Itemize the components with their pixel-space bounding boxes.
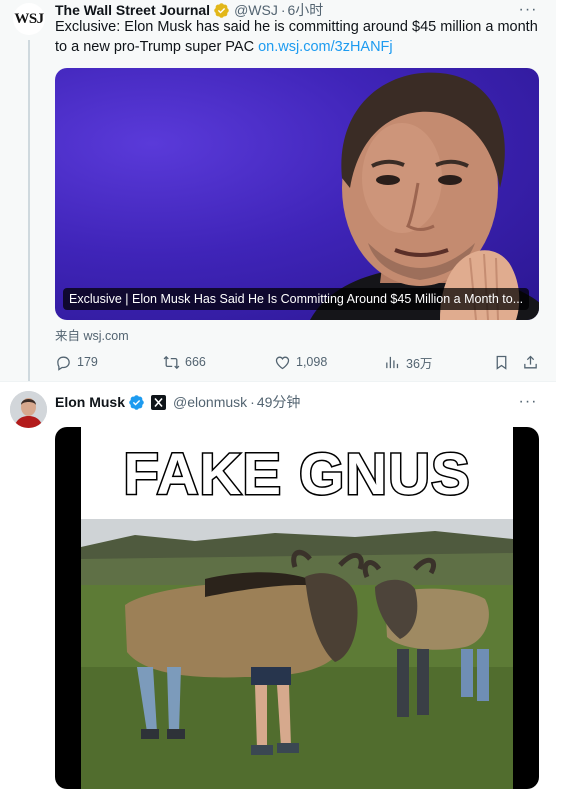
x-logo-icon[interactable] (150, 394, 167, 411)
like-icon (275, 356, 290, 369)
share-button[interactable] (522, 350, 539, 374)
views-button[interactable]: 36万 (384, 350, 432, 374)
verified-gold-icon[interactable] (213, 2, 230, 19)
views-icon (386, 356, 399, 368)
tweet-header: Elon Musk @elonmusk · 49分钟 (55, 392, 300, 412)
views-count: 36万 (406, 356, 433, 371)
thread-line (28, 40, 30, 382)
avatar-image (10, 391, 47, 428)
tweet-link[interactable]: on.wsj.com/3zHANFj (258, 39, 393, 55)
bookmark-button[interactable] (493, 350, 510, 374)
share-icon (524, 355, 537, 368)
link-card[interactable]: Exclusive | Elon Musk Has Said He Is Com… (55, 68, 539, 320)
meme-image[interactable]: FAKE GNUS (55, 427, 539, 789)
tweet-wsj[interactable]: WSJ The Wall Street Journal @WSJ · 6小时 ·… (0, 0, 556, 382)
author-handle[interactable]: @elonmusk (173, 394, 247, 410)
retweet-icon (163, 355, 180, 369)
author-name[interactable]: The Wall Street Journal (55, 2, 210, 18)
author-handle[interactable]: @WSJ (234, 2, 278, 18)
action-bar: 179 666 1,098 36万 (55, 350, 545, 374)
card-source[interactable]: 来自 wsj.com (55, 325, 129, 344)
more-icon[interactable]: ··· (516, 392, 540, 412)
meme-title: FAKE GNUS (122, 440, 471, 508)
separator-dot: · (250, 394, 255, 410)
reply-count: 179 (77, 355, 98, 369)
like-count: 1,098 (296, 355, 328, 369)
tweet-text: Exclusive: Elon Musk has said he is comm… (55, 17, 545, 57)
card-image-musk (310, 72, 539, 320)
tweet-elonmusk[interactable]: Elon Musk @elonmusk · 49分钟 ··· FAKE GNUS (0, 382, 556, 795)
separator-dot: · (280, 2, 286, 18)
avatar-wsj[interactable]: WSJ (13, 3, 45, 35)
retweet-button[interactable]: 666 (163, 350, 206, 374)
like-button[interactable]: 1,098 (274, 350, 327, 374)
timestamp[interactable]: 49分钟 (257, 392, 301, 412)
reply-icon (57, 356, 70, 371)
author-name[interactable]: Elon Musk (55, 394, 125, 410)
avatar-elonmusk[interactable] (10, 391, 47, 428)
reply-button[interactable]: 179 (55, 350, 98, 374)
card-caption: Exclusive | Elon Musk Has Said He Is Com… (63, 288, 530, 310)
bookmark-icon (496, 355, 507, 370)
verified-blue-icon[interactable] (128, 394, 145, 411)
avatar-text: WSJ (14, 10, 44, 27)
retweet-count: 666 (185, 355, 206, 369)
